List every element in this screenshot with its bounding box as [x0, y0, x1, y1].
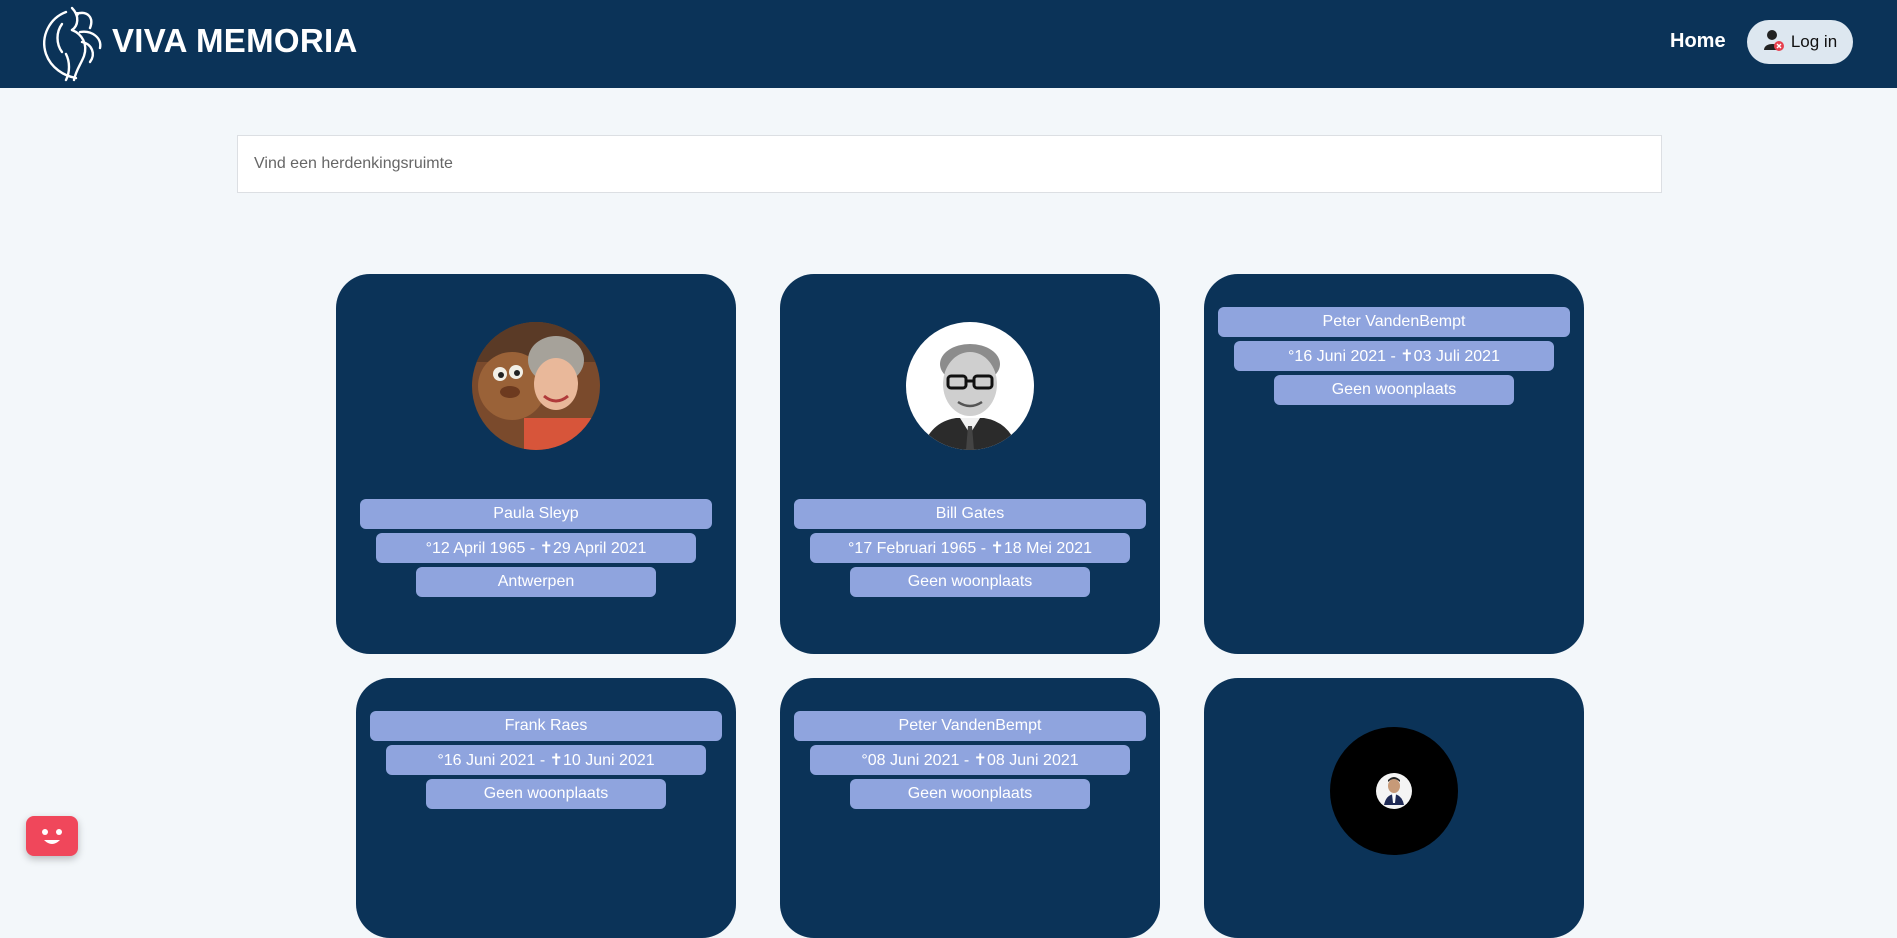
memorial-place: Antwerpen	[416, 567, 656, 597]
memorial-name: Peter VandenBempt	[794, 711, 1146, 741]
memorial-card[interactable]: Paula Sleyp °12 April 1965 - ✝29 April 2…	[336, 274, 736, 654]
memorial-dates: °16 Juni 2021 - ✝10 Juni 2021	[386, 745, 706, 775]
memorial-photo	[472, 322, 600, 450]
memorial-card[interactable]: Bill Gates °17 Februari 1965 - ✝18 Mei 2…	[780, 274, 1160, 654]
nav-link-home[interactable]: Home	[1670, 30, 1726, 53]
memorial-place: Geen woonplaats	[426, 779, 666, 809]
user-icon	[1763, 28, 1785, 57]
chat-face-icon	[42, 829, 62, 844]
memorial-place: Geen woonplaats	[850, 567, 1090, 597]
login-button[interactable]: Log in	[1747, 20, 1853, 64]
memorial-name: Paula Sleyp	[360, 499, 712, 529]
memorial-card[interactable]	[1204, 678, 1584, 938]
memorial-dates: °08 Juni 2021 - ✝08 Juni 2021	[810, 745, 1130, 775]
brand-name[interactable]: VIVA MEMORIA	[112, 22, 358, 60]
phoenix-logo-icon[interactable]	[36, 2, 108, 82]
memorial-place: Geen woonplaats	[850, 779, 1090, 809]
memorial-card[interactable]: Peter VandenBempt °08 Juni 2021 - ✝08 Ju…	[780, 678, 1160, 938]
memorial-dates: °16 Juni 2021 - ✝03 Juli 2021	[1234, 341, 1554, 371]
memorial-dates: °17 Februari 1965 - ✝18 Mei 2021	[810, 533, 1130, 563]
memorial-photo	[906, 322, 1034, 450]
memorial-card[interactable]: Peter VandenBempt °16 Juni 2021 - ✝03 Ju…	[1204, 274, 1584, 654]
memorial-name: Peter VandenBempt	[1218, 307, 1570, 337]
memorial-place: Geen woonplaats	[1274, 375, 1514, 405]
top-navbar: VIVA MEMORIA Home Log in	[0, 0, 1897, 88]
chat-widget-button[interactable]	[26, 816, 78, 856]
memorial-name: Frank Raes	[370, 711, 722, 741]
search-input[interactable]	[237, 135, 1662, 193]
memorial-photo	[1330, 727, 1458, 855]
login-label: Log in	[1790, 32, 1838, 51]
memorial-dates: °12 April 1965 - ✝29 April 2021	[376, 533, 696, 563]
memorial-name: Bill Gates	[794, 499, 1146, 529]
memorial-card[interactable]: Frank Raes °16 Juni 2021 - ✝10 Juni 2021…	[356, 678, 736, 938]
